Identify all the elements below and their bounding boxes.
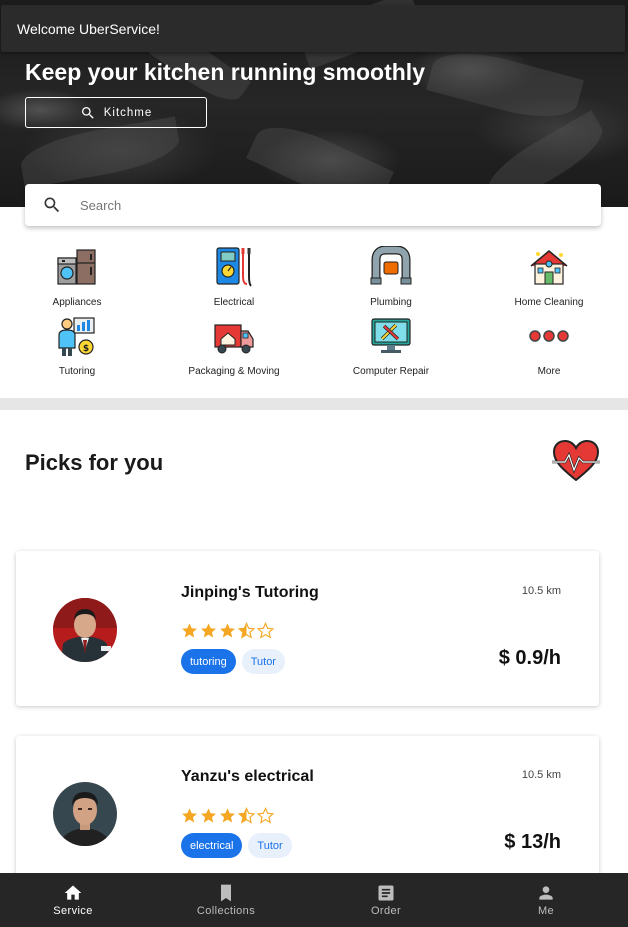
category-more[interactable]: More xyxy=(471,315,627,377)
app-bar: Welcome UberService! xyxy=(1,5,625,52)
provider-card[interactable]: Yanzu's electrical 10.5 km electrical Tu… xyxy=(16,736,599,891)
nav-collections[interactable]: Collections xyxy=(146,873,306,927)
provider-name: Jinping's Tutoring xyxy=(181,584,319,601)
star-empty-icon xyxy=(257,807,274,824)
nav-order[interactable]: Order xyxy=(306,873,466,927)
category-label: Appliances xyxy=(52,297,102,308)
search-icon xyxy=(44,197,60,213)
provider-distance: 10.5 km xyxy=(521,585,561,597)
star-full-icon xyxy=(182,623,197,638)
tutor-icon: $ xyxy=(58,317,95,356)
app-screen: Welcome UberService! Keep your kitchen r… xyxy=(0,0,628,927)
search-input[interactable] xyxy=(80,197,560,213)
kitchme-button-label: Kitchme xyxy=(103,106,153,119)
category-electrical[interactable]: Electrical xyxy=(156,246,312,308)
appliances-icon xyxy=(57,249,96,285)
provider-card[interactable]: Jinping's Tutoring 10.5 km tutoring Tuto… xyxy=(16,551,599,706)
order-icon xyxy=(378,885,394,901)
truck-icon xyxy=(214,324,254,354)
kitchme-button[interactable]: Kitchme xyxy=(25,97,207,128)
nav-label: Me xyxy=(537,905,555,917)
category-tutoring[interactable]: $ Tutoring xyxy=(0,315,155,377)
category-plumbing[interactable]: Plumbing xyxy=(313,246,469,308)
star-empty-icon xyxy=(257,622,274,639)
star-full-icon xyxy=(201,623,216,638)
tag-chip[interactable]: Tutor xyxy=(241,649,285,674)
tag-list: tutoring Tutor xyxy=(181,649,285,674)
person-icon xyxy=(539,886,553,900)
rating-stars xyxy=(181,622,274,639)
bookmark-icon xyxy=(221,884,231,902)
tag-chip[interactable]: Tutor xyxy=(248,833,292,858)
pipe-icon xyxy=(370,246,412,285)
star-full-icon xyxy=(220,623,235,638)
nav-service[interactable]: Service xyxy=(0,873,146,927)
star-half-icon xyxy=(238,622,255,639)
category-label: More xyxy=(537,366,561,377)
search-bar[interactable] xyxy=(25,184,601,226)
category-appliances[interactable]: Appliances xyxy=(0,246,155,308)
heart-rate-icon[interactable] xyxy=(551,438,601,484)
category-computer-repair[interactable]: Computer Repair xyxy=(313,315,469,377)
house-icon xyxy=(530,250,568,285)
nav-label: Service xyxy=(53,905,93,917)
section-divider xyxy=(0,398,628,410)
provider-price: $ 13/h xyxy=(504,831,561,853)
provider-name: Yanzu's electrical xyxy=(181,768,314,785)
star-half-icon xyxy=(238,807,255,824)
category-label: Computer Repair xyxy=(352,366,430,377)
multimeter-icon xyxy=(216,247,252,287)
hero-banner: Welcome UberService! Keep your kitchen r… xyxy=(0,0,628,207)
home-icon xyxy=(64,885,82,900)
provider-distance: 10.5 km xyxy=(521,769,561,781)
search-icon xyxy=(81,106,94,119)
hero-title: Keep your kitchen running smoothly xyxy=(25,59,425,85)
svg-text:$: $ xyxy=(83,344,89,354)
category-label: Packaging & Moving xyxy=(188,366,280,377)
nav-me[interactable]: Me xyxy=(466,873,626,927)
tag-chip[interactable]: tutoring xyxy=(181,649,236,674)
picks-title: Picks for you xyxy=(25,450,164,475)
tag-chip[interactable]: electrical xyxy=(181,833,243,858)
star-full-icon xyxy=(182,808,197,823)
app-bar-title: Welcome UberService! xyxy=(17,21,160,37)
star-full-icon xyxy=(201,808,216,823)
nav-label: Collections xyxy=(196,905,256,917)
computer-repair-icon xyxy=(371,318,411,353)
category-label: Tutoring xyxy=(58,366,96,377)
category-label: Home Cleaning xyxy=(514,297,584,308)
tag-list: electrical Tutor xyxy=(181,833,292,858)
rating-stars xyxy=(181,807,274,824)
avatar xyxy=(53,598,117,662)
nav-label: Order xyxy=(370,905,402,917)
star-full-icon xyxy=(220,808,235,823)
category-label: Plumbing xyxy=(370,297,412,308)
more-icon xyxy=(529,330,569,342)
provider-price: $ 0.9/h xyxy=(498,647,561,669)
category-label: Electrical xyxy=(213,297,255,308)
avatar xyxy=(53,782,117,846)
bottom-navigation: Service Collections Order Me xyxy=(0,873,628,927)
category-home-cleaning[interactable]: Home Cleaning xyxy=(471,246,627,308)
category-packaging-moving[interactable]: Packaging & Moving xyxy=(156,315,312,377)
